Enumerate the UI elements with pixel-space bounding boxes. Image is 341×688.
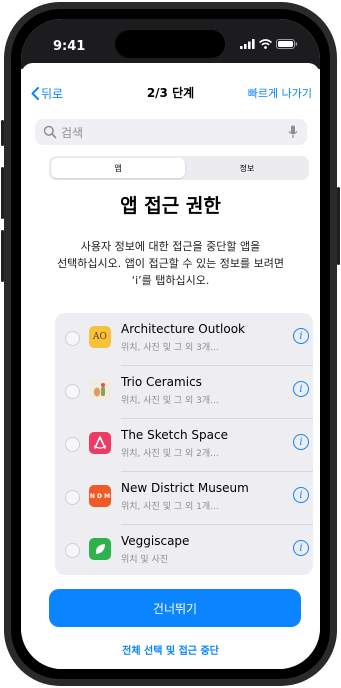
signal-icon	[240, 39, 255, 49]
volume-up-button	[1, 167, 4, 219]
app-row-architecture-outlook[interactable]: AO Architecture Outlook 위치, 사진 및 그 외 3개.…	[55, 313, 313, 365]
app-permissions: 위치, 사진 및 그 외 1개...	[121, 502, 219, 512]
app-row-new-district-museum[interactable]: N D M New District Museum 위치, 사진 및 그 외 1…	[55, 472, 313, 524]
description-line-3: ‘i’를 탭하십시오.	[131, 274, 210, 287]
app-permissions: 위치, 사진 및 그 외 3개...	[121, 343, 219, 353]
select-all-stop-access-button[interactable]: 전체 선택 및 접근 중단	[21, 642, 320, 657]
skip-button[interactable]: 건너뛰기	[49, 589, 301, 627]
dynamic-island	[115, 30, 225, 58]
segmented-control: 앱 정보	[49, 156, 309, 180]
volume-down-button	[1, 230, 4, 282]
status-icons	[240, 39, 298, 49]
mute-switch	[1, 120, 4, 146]
search-icon	[43, 125, 57, 139]
app-name: New District Museum	[121, 481, 249, 495]
description: 사용자 정보에 대한 접근을 중단할 앱을 선택하십시오. 앱이 접근할 수 있…	[35, 238, 306, 289]
select-radio[interactable]	[65, 437, 80, 452]
info-icon[interactable]: i	[293, 381, 309, 397]
app-name: The Sketch Space	[121, 428, 228, 442]
microphone-icon[interactable]	[288, 125, 298, 139]
leaf-icon	[95, 544, 105, 554]
vases-icon	[93, 383, 105, 397]
architecture-outlook-app-icon: AO	[89, 326, 111, 348]
nav-bar: 뒤로 2/3 단계 빠르게 나가기	[21, 63, 320, 107]
info-icon[interactable]: i	[293, 487, 309, 503]
phone-bezel: 9:41 뒤로 2/3 단계 빠르게 나가기 검색 앱 정보 앱 접근 권한 사…	[11, 9, 330, 679]
app-row-trio-ceramics[interactable]: Trio Ceramics 위치, 사진 및 그 외 3개... i	[55, 366, 313, 418]
iphone-frame: 9:41 뒤로 2/3 단계 빠르게 나가기 검색 앱 정보 앱 접근 권한 사…	[1, 2, 340, 686]
select-radio[interactable]	[65, 384, 80, 399]
app-name: Veggiscape	[121, 534, 190, 548]
app-row-veggiscape[interactable]: Veggiscape 위치 및 사진 i	[55, 525, 313, 577]
info-icon[interactable]: i	[293, 328, 309, 344]
onboarding-sheet: 뒤로 2/3 단계 빠르게 나가기 검색 앱 정보 앱 접근 권한 사용자 정보…	[21, 63, 320, 669]
compass-drawing-icon	[93, 436, 107, 449]
new-district-museum-app-icon: N D M	[89, 485, 111, 507]
app-list: AO Architecture Outlook 위치, 사진 및 그 외 3개.…	[55, 313, 313, 575]
the-sketch-space-app-icon	[89, 432, 111, 454]
search-field[interactable]: 검색	[35, 119, 307, 145]
status-bar: 9:41	[21, 19, 320, 69]
wifi-icon	[259, 39, 272, 49]
app-name: Trio Ceramics	[121, 375, 202, 389]
select-radio[interactable]	[65, 543, 80, 558]
app-row-the-sketch-space[interactable]: The Sketch Space 위치, 사진 및 그 외 2개... i	[55, 419, 313, 471]
trio-ceramics-app-icon	[89, 379, 111, 401]
select-radio[interactable]	[65, 490, 80, 505]
segment-apps[interactable]: 앱	[51, 158, 185, 178]
info-icon[interactable]: i	[293, 540, 309, 556]
select-radio[interactable]	[65, 331, 80, 346]
app-permissions: 위치, 사진 및 그 외 2개...	[121, 449, 219, 459]
section-heading: 앱 접근 권한	[120, 195, 221, 217]
info-icon[interactable]: i	[293, 434, 309, 450]
app-permissions: 위치, 사진 및 그 외 3개...	[121, 396, 219, 406]
search-placeholder: 검색	[61, 125, 84, 140]
description-line-1: 사용자 정보에 대한 접근을 중단할 앱을	[80, 240, 261, 253]
status-time: 9:41	[53, 39, 86, 54]
phone-screen: 9:41 뒤로 2/3 단계 빠르게 나가기 검색 앱 정보 앱 접근 권한 사…	[21, 19, 320, 669]
description-line-2: 선택하십시오. 앱이 접근할 수 있는 정보를 보려면	[57, 257, 284, 270]
quick-exit-button[interactable]: 빠르게 나가기	[248, 85, 312, 101]
veggiscape-app-icon	[89, 538, 111, 560]
power-button	[337, 187, 340, 265]
app-permissions: 위치 및 사진	[121, 555, 169, 565]
app-name: Architecture Outlook	[121, 322, 246, 336]
segment-info[interactable]: 정보	[185, 158, 309, 178]
battery-icon	[276, 39, 298, 49]
